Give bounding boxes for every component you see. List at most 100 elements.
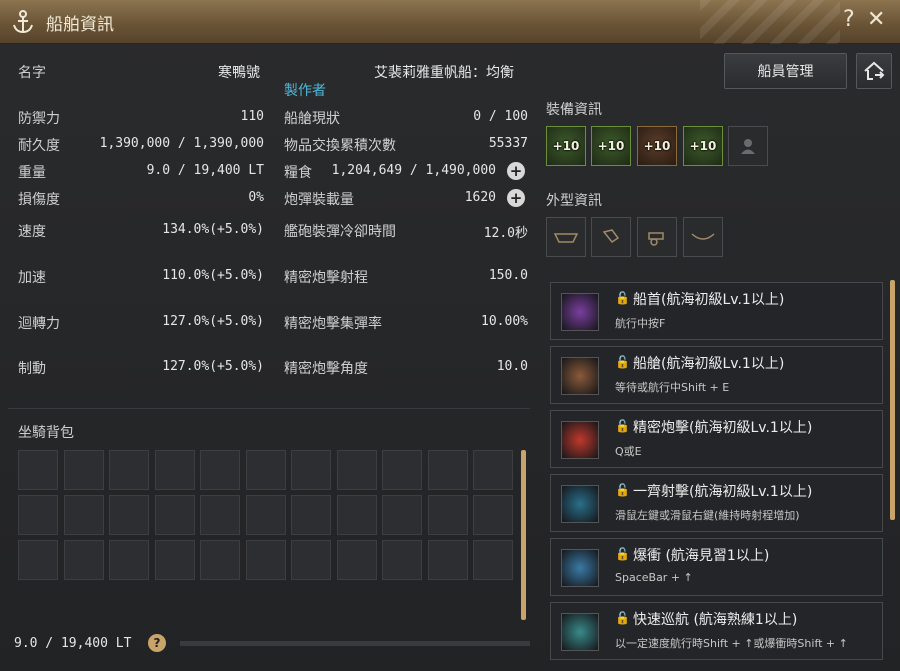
backpack-slot[interactable] <box>245 450 286 490</box>
slot-enhance-level: +10 <box>643 139 671 153</box>
slot-enhance-level: +10 <box>689 139 717 153</box>
close-icon[interactable]: ✕ <box>867 7 885 32</box>
backpack-slot[interactable] <box>245 495 286 535</box>
backpack-slot[interactable] <box>63 450 104 490</box>
ship-info-window: 船舶資訊 ? ✕ 名字 寒鴨號 艾裴莉雅重帆船：均衡 製作者 防禦力 110 耐久度… <box>0 0 900 671</box>
backpack-slot[interactable] <box>18 495 58 535</box>
backpack-slot[interactable] <box>336 495 377 535</box>
stat-value: 55337 <box>488 136 528 151</box>
backpack-slot[interactable] <box>336 450 377 490</box>
stat-label: 重量 <box>18 165 46 181</box>
backpack-slot[interactable] <box>291 495 331 535</box>
ship-switch-button[interactable] <box>856 53 892 89</box>
title-bar[interactable]: 船舶資訊 ? ✕ <box>0 0 900 44</box>
skill-card[interactable]: 🔓 一齊射擊(航海初級Lv.1以上) 滑鼠左鍵或滑鼠右鍵(維持時射程增加) <box>550 474 883 532</box>
stat-value: 0 / 100 <box>473 109 528 124</box>
skill-card[interactable]: 🔓 精密炮擊(航海初級Lv.1以上) Q或E <box>550 410 883 468</box>
stat-value: 127.0%(+5.0%) <box>162 314 264 329</box>
stat-value: 1,204,649 / 1,490,000 <box>331 163 496 178</box>
backpack-slot[interactable] <box>18 540 58 580</box>
equipment-slot-plating[interactable]: +10 <box>637 126 677 166</box>
backpack-slot[interactable] <box>473 495 513 535</box>
maker-label: 製作者 <box>284 83 326 99</box>
backpack-slot[interactable] <box>291 450 331 490</box>
backpack-slot[interactable] <box>245 540 286 580</box>
skill-card[interactable]: 🔓 船艙(航海初級Lv.1以上) 等待或航行中Shift + E <box>550 346 883 404</box>
backpack-slot[interactable] <box>109 450 149 490</box>
stat-label: 迴轉力 <box>18 316 60 332</box>
backpack-slot[interactable] <box>63 540 104 580</box>
equipment-slot-prow[interactable]: +10 <box>546 126 586 166</box>
stat-value: 9.0 / 19,400 LT <box>146 163 264 178</box>
skill-key: 滑鼠左鍵或滑鼠右鍵(維持時射程增加) <box>615 509 800 522</box>
stat-value: 150.0 <box>488 268 528 283</box>
backpack-slot[interactable] <box>382 540 422 580</box>
add-food-button[interactable]: + <box>507 162 525 180</box>
backpack-weight: 9.0 / 19,400 LT <box>14 636 132 651</box>
skill-icon <box>561 421 599 459</box>
backpack-slot[interactable] <box>154 540 195 580</box>
stat-value: 10.00% <box>481 314 528 329</box>
skill-card[interactable]: 🔓 快速巡航 (航海熟練1以上) 以一定速度航行時Shift + ↑或爆衝時Shif… <box>550 602 883 660</box>
skill-key: SpaceBar + ↑ <box>615 571 693 584</box>
appearance-slot-ornament[interactable] <box>683 217 723 257</box>
backpack-scrollbar[interactable] <box>521 450 526 620</box>
backpack-title: 坐騎背包 <box>18 425 74 441</box>
backpack-slot[interactable] <box>473 540 513 580</box>
backpack-slot[interactable] <box>109 495 149 535</box>
backpack-slot[interactable] <box>18 450 58 490</box>
backpack-slot[interactable] <box>336 540 377 580</box>
equipment-slot-crew[interactable] <box>728 126 768 166</box>
backpack-slot[interactable] <box>291 540 331 580</box>
skill-name: 精密炮擊(航海初級Lv.1以上) <box>633 420 813 436</box>
stat-label: 加速 <box>18 270 46 286</box>
crew-manage-button[interactable]: 船員管理 <box>724 53 847 89</box>
backpack-slot[interactable] <box>200 540 240 580</box>
backpack-slot[interactable] <box>200 450 240 490</box>
skill-key: Q或E <box>615 445 642 458</box>
backpack-slot[interactable] <box>63 495 104 535</box>
slot-enhance-level: +10 <box>597 139 625 153</box>
stat-label: 制動 <box>18 361 46 377</box>
stat-label: 速度 <box>18 224 46 240</box>
appearance-slot-hull[interactable] <box>546 217 586 257</box>
equipment-title: 裝備資訊 <box>546 102 602 118</box>
skill-card[interactable]: 🔓 爆衝 (航海見習1以上) SpaceBar + ↑ <box>550 538 883 596</box>
backpack-slot[interactable] <box>427 450 468 490</box>
help-icon[interactable]: ? <box>843 7 855 32</box>
backpack-slot[interactable] <box>154 450 195 490</box>
backpack-slot[interactable] <box>427 540 468 580</box>
skills-scrollbar[interactable] <box>890 280 895 520</box>
stat-label: 損傷度 <box>18 192 60 208</box>
skill-icon <box>561 549 599 587</box>
skill-key: 等待或航行中Shift + E <box>615 381 730 394</box>
weight-bar <box>180 641 530 646</box>
skill-name: 爆衝 (航海見習1以上) <box>633 548 770 564</box>
stat-value: 0% <box>248 190 264 205</box>
weight-help-icon[interactable]: ? <box>148 634 166 652</box>
backpack-slot[interactable] <box>382 450 422 490</box>
ship-hull-icon <box>553 233 579 243</box>
equipment-slot-cannon[interactable]: +10 <box>683 126 723 166</box>
lock-icon: 🔓 <box>615 483 630 497</box>
stat-value: 127.0%(+5.0%) <box>162 359 264 374</box>
backpack-slot[interactable] <box>427 495 468 535</box>
backpack-slot[interactable] <box>154 495 195 535</box>
backpack-slot[interactable] <box>200 495 240 535</box>
ship-name: 寒鴨號 <box>218 65 260 81</box>
stat-label: 糧食 <box>284 165 312 181</box>
skill-key: 以一定速度航行時Shift + ↑或爆衝時Shift + ↑ <box>615 637 848 650</box>
stat-value: 110.0%(+5.0%) <box>162 268 264 283</box>
slot-enhance-level: +10 <box>552 139 580 153</box>
backpack-slot[interactable] <box>382 495 422 535</box>
appearance-slot-figurehead[interactable] <box>591 217 631 257</box>
add-ammo-button[interactable]: + <box>507 189 525 207</box>
backpack-slot[interactable] <box>109 540 149 580</box>
backpack-slot[interactable] <box>473 450 513 490</box>
skill-card[interactable]: 🔓 船首(航海初級Lv.1以上) 航行中按F <box>550 282 883 340</box>
divider <box>8 408 530 409</box>
equipment-slot-figurehead[interactable]: +10 <box>591 126 631 166</box>
name-label: 名字 <box>18 65 46 81</box>
skill-icon <box>561 357 599 395</box>
appearance-slot-cannon[interactable] <box>637 217 677 257</box>
